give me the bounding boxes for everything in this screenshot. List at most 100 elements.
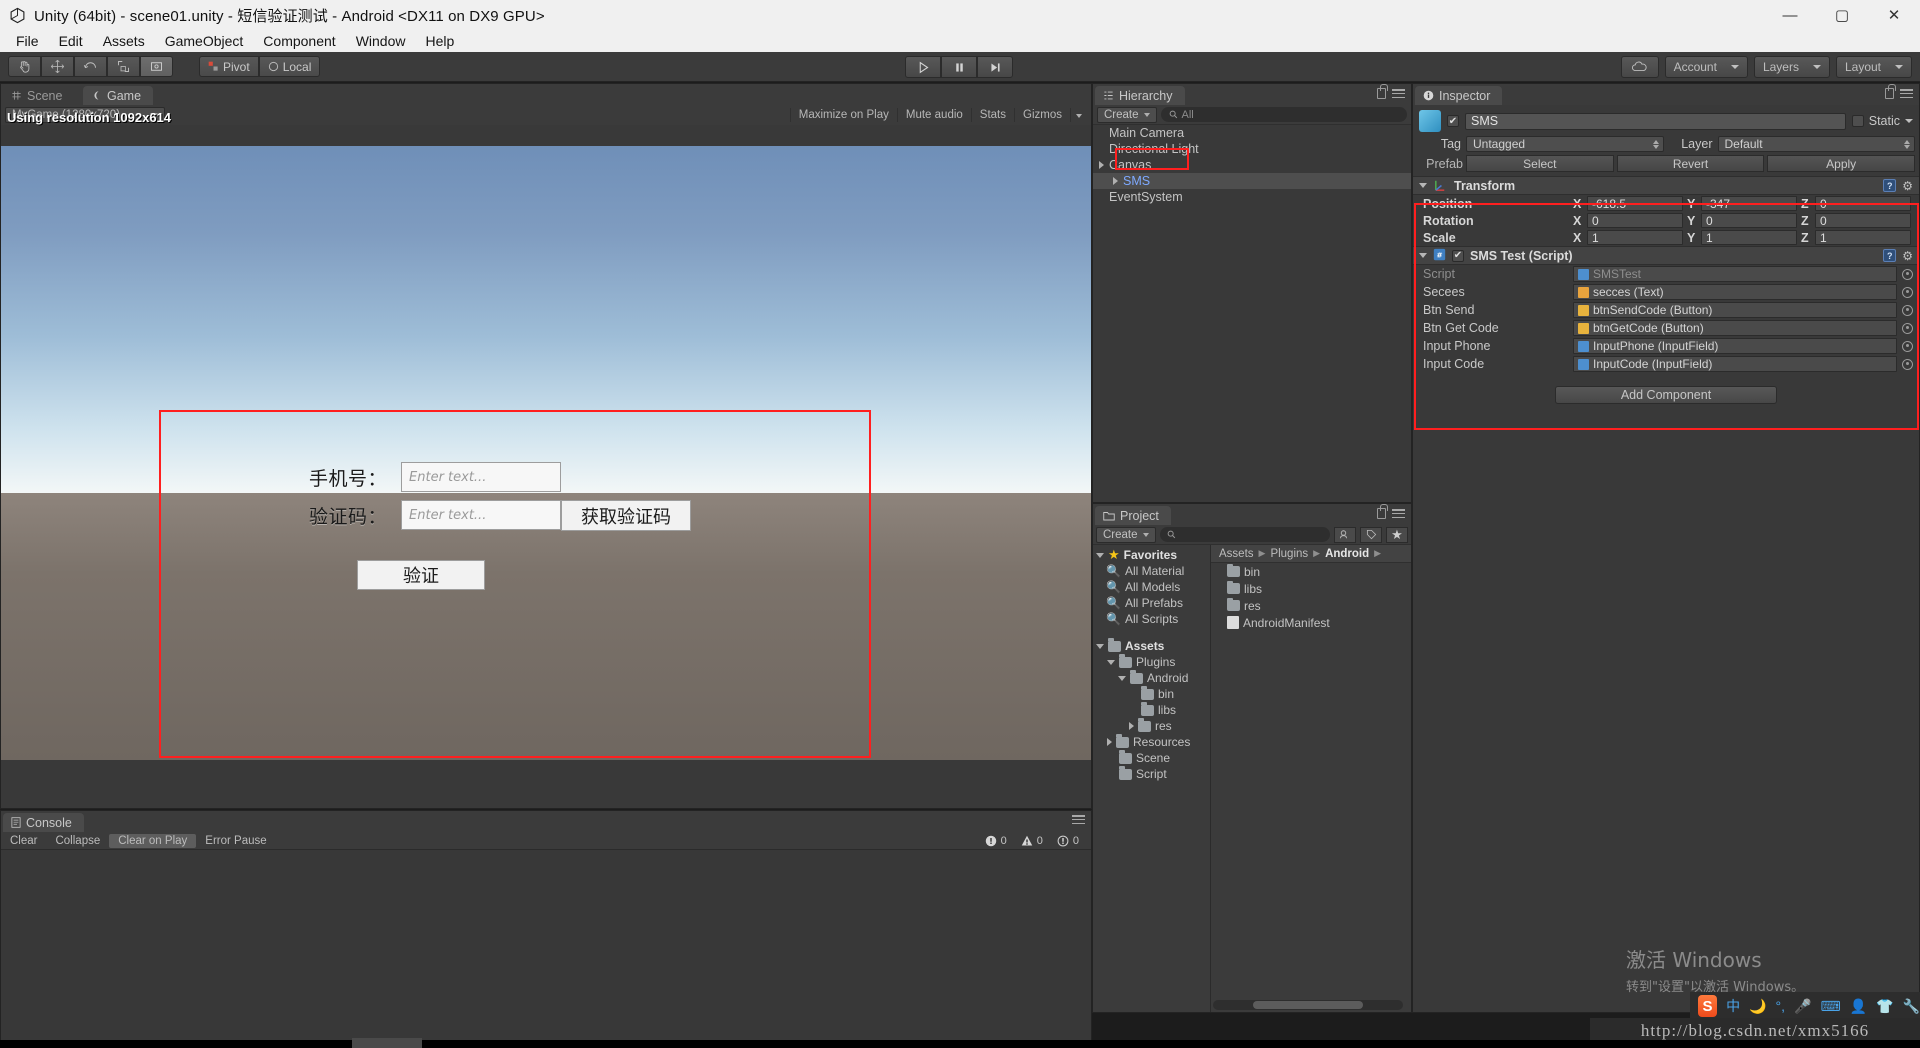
mic-icon[interactable]: 🎤 [1794, 998, 1811, 1015]
filter-by-type-button[interactable] [1334, 526, 1356, 543]
moon-icon[interactable]: 🌙 [1749, 998, 1766, 1015]
gear-icon[interactable]: ⚙ [1902, 179, 1913, 193]
rotate-tool-button[interactable] [74, 56, 107, 77]
project-search-input[interactable] [1159, 527, 1330, 542]
hierarchy-item-sms[interactable]: SMS [1093, 173, 1411, 189]
expand-triangle-icon[interactable] [1129, 722, 1134, 730]
pause-button[interactable] [941, 56, 977, 78]
project-horizontal-scrollbar[interactable] [1213, 1000, 1403, 1010]
project-asset-res[interactable]: res [1211, 597, 1411, 614]
play-button[interactable] [905, 56, 941, 78]
error-counter[interactable]: 0 [979, 835, 1013, 847]
tab-hierarchy[interactable]: Hierarchy [1095, 86, 1185, 105]
maximize-on-play-button[interactable]: Maximize on Play [789, 108, 897, 122]
console-error-pause-button[interactable]: Error Pause [196, 834, 275, 848]
gizmos-dropdown-arrow[interactable] [1070, 108, 1087, 122]
project-tree-item-res[interactable]: res [1093, 718, 1210, 734]
project-tree[interactable]: ★ Favorites 🔍 All Material 🔍 All Models 🔍 All P… [1093, 545, 1211, 1012]
lock-icon[interactable] [1377, 504, 1388, 519]
menu-gameobject[interactable]: GameObject [155, 32, 254, 50]
project-asset-libs[interactable]: libs [1211, 580, 1411, 597]
console-clear-button[interactable]: Clear [1, 834, 46, 848]
gameobject-enabled-checkbox[interactable]: ✔ [1447, 115, 1459, 127]
favorites-filter-button[interactable]: ★ [1386, 526, 1408, 543]
layers-dropdown[interactable]: Layers [1753, 56, 1830, 78]
collapse-triangle-icon[interactable] [1096, 552, 1104, 558]
user-icon[interactable]: 👤 [1850, 998, 1867, 1015]
collapse-triangle-icon[interactable] [1419, 183, 1427, 188]
hierarchy-create-button[interactable]: Create [1097, 106, 1157, 123]
rect-tool-button[interactable] [140, 56, 173, 77]
console-menu-icon[interactable] [1072, 815, 1085, 824]
breadcrumb[interactable]: Assets ▶ Plugins ▶ Android ▶ [1211, 545, 1411, 563]
warning-counter[interactable]: 0 [1015, 835, 1049, 847]
help-icon[interactable]: ? [1883, 179, 1897, 192]
project-favorite-all-models[interactable]: 🔍 All Models [1093, 579, 1210, 595]
local-toggle-button[interactable]: Local [258, 56, 321, 77]
taskbar-item[interactable] [352, 1038, 422, 1048]
menu-component[interactable]: Component [253, 32, 345, 50]
sogou-icon[interactable]: S [1698, 995, 1718, 1017]
collapse-triangle-icon[interactable] [1118, 675, 1126, 681]
stats-button[interactable]: Stats [970, 108, 1014, 122]
game-render-canvas[interactable]: 手机号： Enter text... 验证码： Enter text... 获取… [1, 146, 1091, 760]
phone-input[interactable]: Enter text... [401, 462, 562, 492]
tab-console[interactable]: Console [3, 813, 84, 832]
project-tree-item-android[interactable]: Android [1093, 670, 1210, 686]
project-tree-item-plugins[interactable]: Plugins [1093, 654, 1210, 670]
hand-tool-button[interactable] [8, 56, 41, 77]
gizmos-button[interactable]: Gizmos [1014, 108, 1070, 122]
filter-by-label-button[interactable] [1360, 526, 1382, 543]
menu-help[interactable]: Help [415, 32, 464, 50]
shirt-icon[interactable]: 👕 [1876, 998, 1893, 1015]
tab-project[interactable]: Project [1095, 506, 1171, 525]
breadcrumb-item[interactable]: Assets [1219, 548, 1254, 560]
menu-file[interactable]: File [6, 32, 49, 50]
info-counter[interactable]: 0 [1051, 835, 1085, 847]
cloud-services-button[interactable] [1620, 56, 1659, 78]
hierarchy-item-eventsystem[interactable]: EventSystem [1093, 189, 1411, 205]
project-tree-item-script[interactable]: Script [1093, 766, 1210, 782]
expand-triangle-icon[interactable] [1113, 177, 1118, 185]
console-log-list[interactable] [1, 850, 1091, 1046]
project-asset-list[interactable]: bin libs res AndroidManifest [1211, 563, 1411, 631]
static-checkbox[interactable] [1851, 115, 1864, 127]
menu-window[interactable]: Window [346, 32, 416, 50]
project-content-pane[interactable]: Assets ▶ Plugins ▶ Android ▶ bin libs res Androi… [1211, 545, 1411, 1012]
step-button[interactable] [977, 56, 1013, 78]
project-favorites-row[interactable]: ★ Favorites [1093, 547, 1210, 563]
lock-icon[interactable] [1885, 84, 1896, 99]
wrench-icon[interactable]: 🔧 [1903, 998, 1920, 1015]
scale-tool-button[interactable] [107, 56, 140, 77]
hierarchy-item-main-camera[interactable]: Main Camera [1093, 125, 1411, 141]
pivot-toggle-button[interactable]: Pivot [199, 56, 259, 77]
degree-icon[interactable]: °, [1776, 998, 1786, 1014]
project-favorite-all-prefabs[interactable]: 🔍 All Prefabs [1093, 595, 1210, 611]
breadcrumb-item[interactable]: Android [1325, 548, 1369, 560]
collapse-triangle-icon[interactable] [1107, 659, 1115, 665]
code-input[interactable]: Enter text... [401, 500, 562, 530]
layer-dropdown[interactable]: Default [1717, 136, 1915, 152]
project-menu-icon[interactable] [1392, 509, 1405, 518]
tab-scene[interactable]: Scene [3, 86, 74, 105]
prefab-apply-button[interactable]: Apply [1767, 155, 1916, 172]
console-clear-on-play-button[interactable]: Clear on Play [109, 833, 197, 848]
hierarchy-menu-icon[interactable] [1392, 89, 1405, 98]
verify-button[interactable]: 验证 [357, 560, 485, 590]
gameobject-name-input[interactable]: SMS [1465, 112, 1846, 130]
project-assets-row[interactable]: Assets [1093, 638, 1210, 654]
maximize-button[interactable]: ▢ [1816, 0, 1868, 30]
menu-edit[interactable]: Edit [49, 32, 93, 50]
hierarchy-search-input[interactable]: All [1160, 107, 1407, 122]
expand-triangle-icon[interactable] [1099, 161, 1104, 169]
project-asset-androidmanifest[interactable]: AndroidManifest [1211, 614, 1411, 631]
breadcrumb-item[interactable]: Plugins [1270, 548, 1308, 560]
prefab-select-button[interactable]: Select [1466, 155, 1614, 172]
layout-dropdown[interactable]: Layout [1835, 56, 1912, 78]
get-code-button[interactable]: 获取验证码 [561, 500, 691, 531]
tab-inspector[interactable]: Inspector [1415, 86, 1503, 105]
static-toggle[interactable]: Static [1851, 114, 1915, 128]
project-create-button[interactable]: Create [1096, 526, 1156, 543]
collapse-triangle-icon[interactable] [1096, 643, 1104, 649]
tag-dropdown[interactable]: Untagged [1466, 136, 1664, 152]
